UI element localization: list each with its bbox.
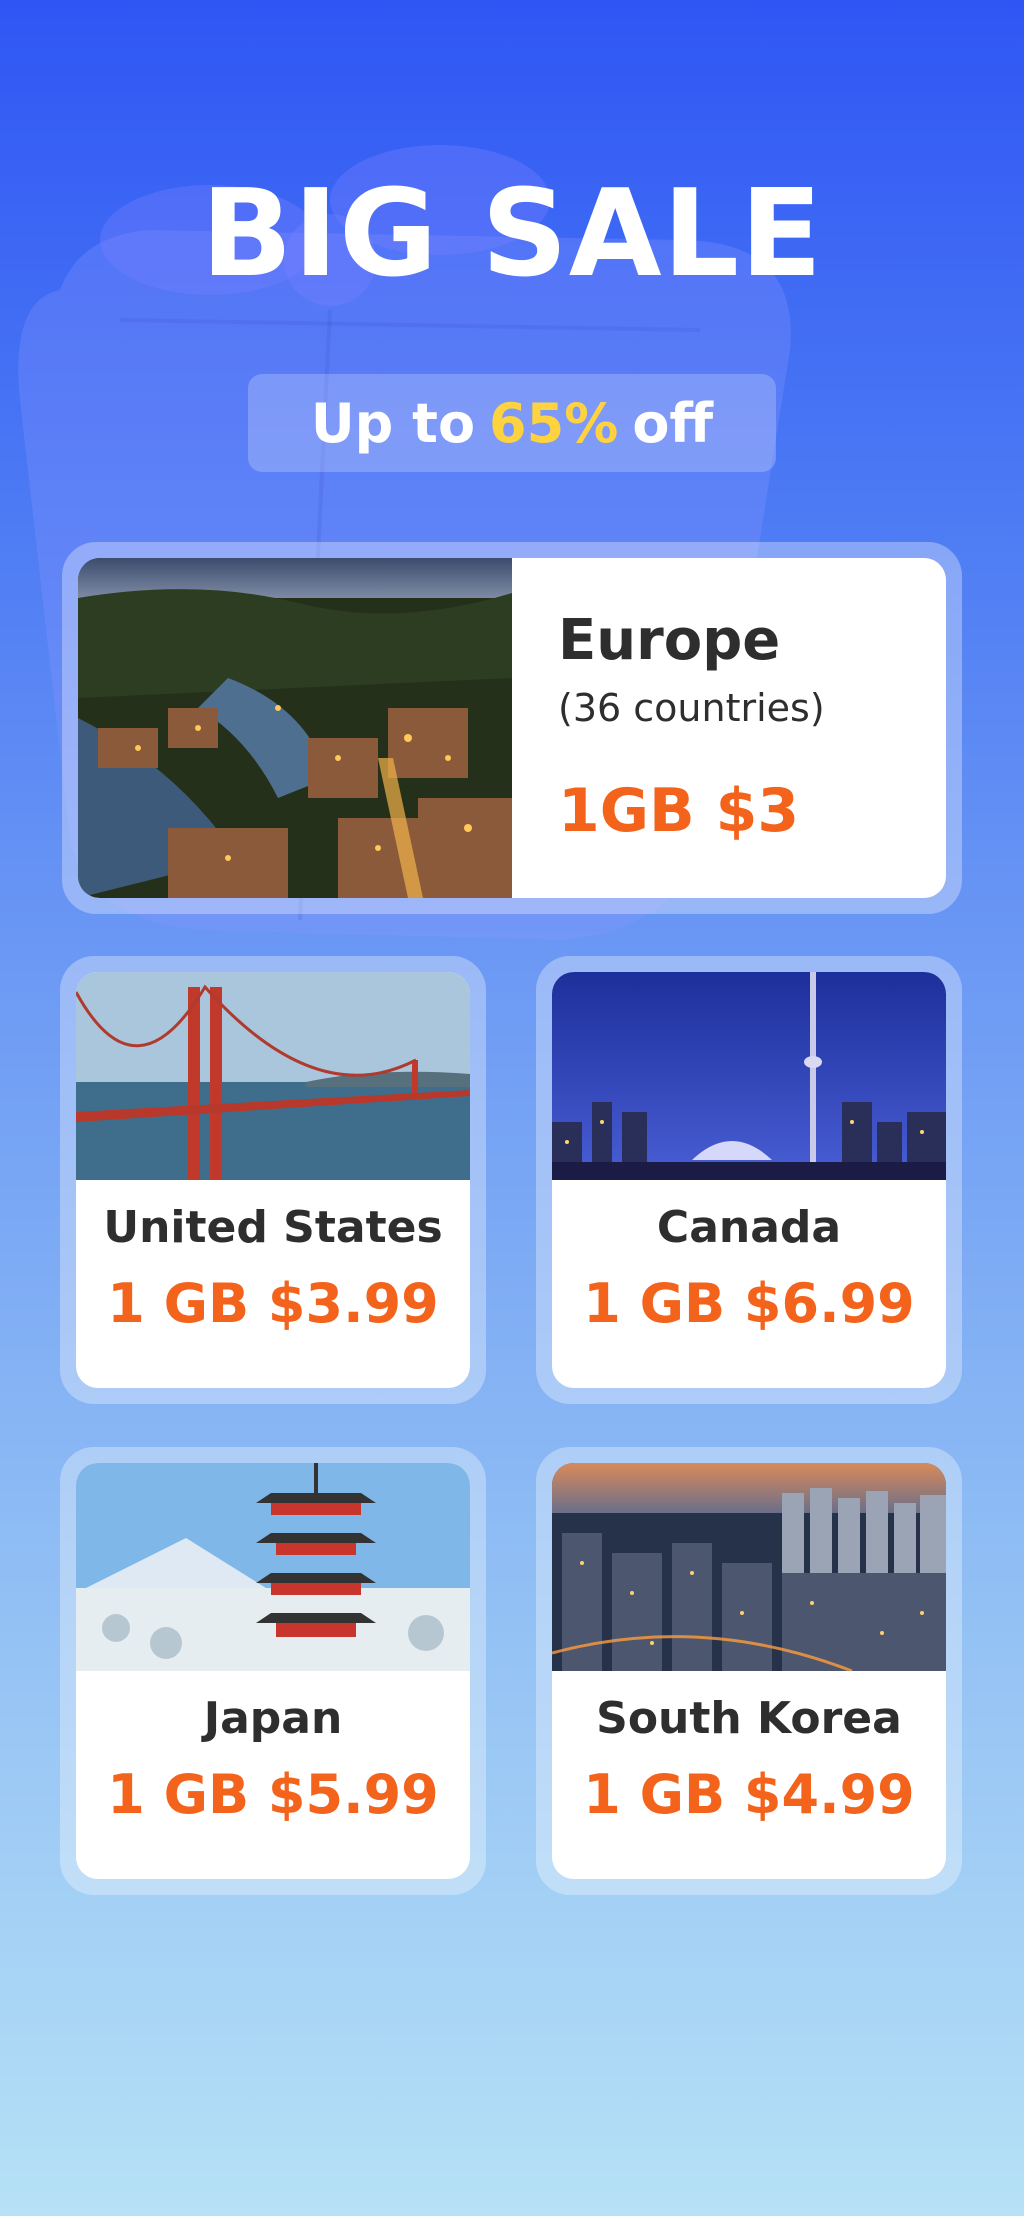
south-korea-card[interactable]: South Korea 1 GB $4.99 — [552, 1463, 946, 1879]
golden-gate-bridge-image — [76, 972, 470, 1180]
united-states-card[interactable]: United States 1 GB $3.99 — [76, 972, 470, 1388]
japan-card[interactable]: Japan 1 GB $5.99 — [76, 1463, 470, 1879]
toronto-skyline-image — [552, 972, 946, 1180]
canada-name: Canada — [656, 1202, 842, 1253]
south-korea-name: South Korea — [596, 1693, 902, 1744]
united-states-price: 1 GB $3.99 — [107, 1272, 439, 1335]
europe-price: 1GB $3 — [558, 776, 800, 846]
discount-percent: 65% — [489, 391, 619, 455]
discount-suffix: off — [632, 391, 714, 455]
seoul-cityscape-image — [552, 1463, 946, 1671]
europe-name: Europe — [558, 608, 781, 673]
canada-price: 1 GB $6.99 — [583, 1272, 915, 1335]
page-title: BIG SALE — [200, 165, 824, 304]
canada-card[interactable]: Canada 1 GB $6.99 — [552, 972, 946, 1388]
town-at-night-image — [78, 558, 512, 898]
europe-card[interactable]: Europe (36 countries) 1GB $3 — [78, 558, 946, 898]
pagoda-fuji-image — [76, 1463, 470, 1671]
south-korea-price: 1 GB $4.99 — [583, 1763, 915, 1826]
united-states-name: United States — [103, 1202, 443, 1253]
japan-price: 1 GB $5.99 — [107, 1763, 439, 1826]
europe-country-count: (36 countries) — [558, 686, 825, 730]
discount-prefix: Up to — [310, 391, 476, 455]
discount-banner: Up to 65% off — [248, 374, 776, 472]
japan-name: Japan — [203, 1693, 343, 1744]
